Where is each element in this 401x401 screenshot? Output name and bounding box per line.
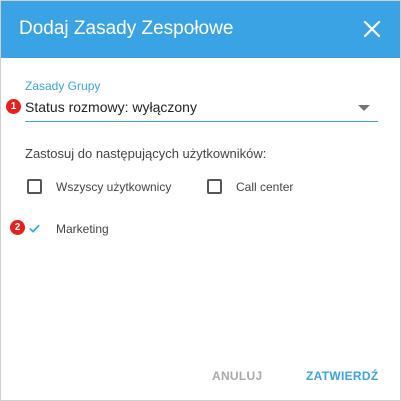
checkbox-unchecked-icon[interactable] [27,179,42,194]
checkbox-call-center[interactable]: Call center [207,179,293,194]
dialog-header: Dodaj Zasady Zespołowe [1,1,400,58]
confirm-button[interactable]: ZATWIERDŹ [306,369,378,383]
cancel-button[interactable]: ANULUJ [212,369,262,383]
checkbox-label: Marketing [56,221,109,236]
checkbox-label: Wszyscy użytkownicy [56,179,172,194]
checkbox-unchecked-icon[interactable] [207,179,222,194]
checkbox-label: Call center [236,179,294,194]
checkmark-icon[interactable] [27,221,42,236]
group-policy-value: Status rozmowy: wyłączony [25,99,197,115]
chevron-down-icon[interactable] [358,105,370,111]
annotation-badge-2: 2 [10,220,25,235]
checkbox-all-users[interactable]: Wszyscy użytkownicy [27,179,171,194]
group-policy-select[interactable]: Status rozmowy: wyłączony [25,97,378,122]
checkbox-marketing[interactable]: Marketing [27,221,109,236]
close-icon[interactable] [362,19,382,39]
annotation-badge-1: 1 [6,99,21,114]
group-policy-label: Zasady Grupy [25,79,101,93]
users-instruction: Zastosuj do następujących użytkowników: [25,146,267,161]
add-team-policy-dialog: Dodaj Zasady Zespołowe Zasady Grupy 1 St… [0,0,401,401]
dialog-title: Dodaj Zasady Zespołowe [19,18,234,39]
